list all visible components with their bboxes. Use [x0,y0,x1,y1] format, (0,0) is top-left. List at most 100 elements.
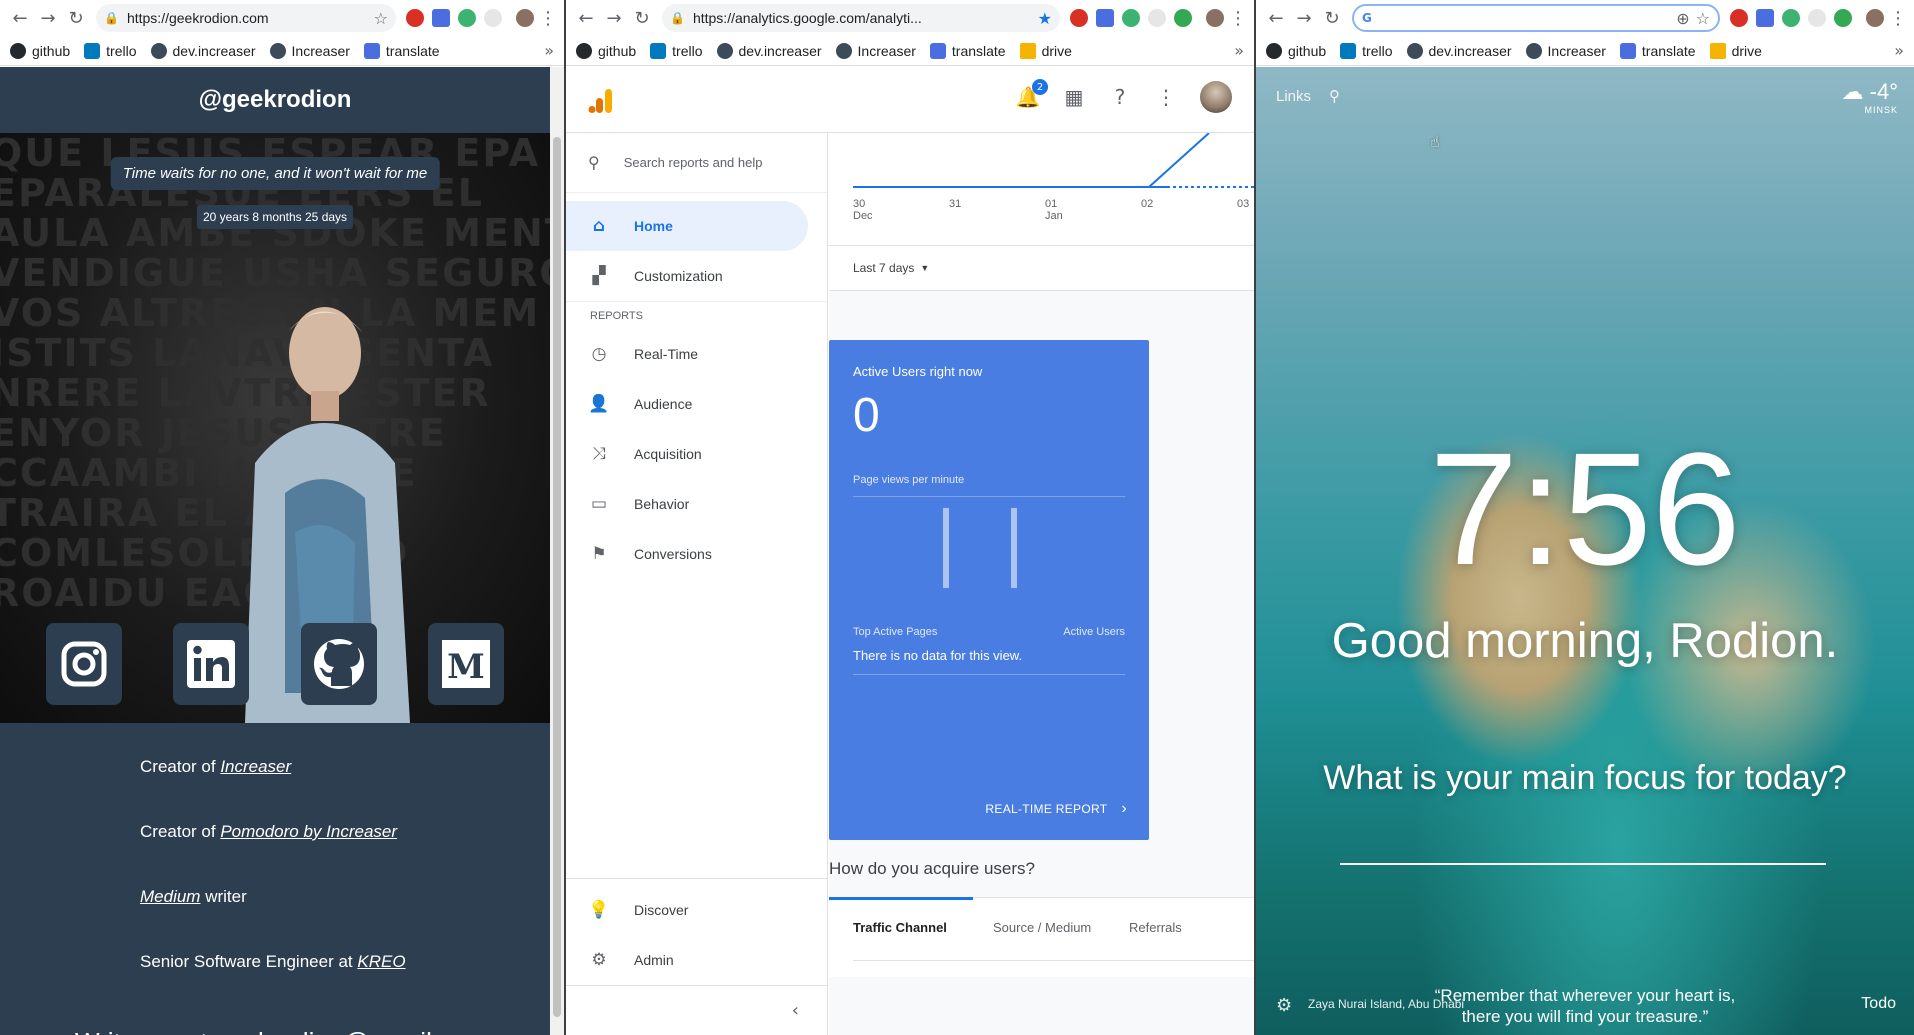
sidebar-item-conversions[interactable]: ⚑ Conversions [566,529,827,579]
bookmark-github[interactable]: github [576,42,636,59]
sidebar-item-acquisition[interactable]: ⤨ Acquisition [566,429,827,479]
help-icon[interactable]: ? [1108,85,1132,109]
sidebar-item-customization[interactable]: ▞ Customization [566,251,827,301]
browser-menu-icon[interactable]: ⋮ [538,8,558,29]
pomodoro-link[interactable]: Pomodoro by Increaser [220,822,397,841]
weather-widget[interactable]: ☁ -4° MINSK [1842,79,1898,115]
forward-icon[interactable]: → [1290,4,1318,32]
sidebar-item-realtime[interactable]: ◷ Real-Time [566,329,827,379]
contact-email-text[interactable]: Write me at geekrodion@gmail.com [75,1027,488,1035]
address-bar[interactable]: G ⊕ ☆ [1352,4,1720,32]
profile-avatar[interactable] [516,9,534,27]
bookmarks-overflow-icon[interactable]: » [1894,41,1904,60]
scrollbar-thumb[interactable] [553,137,561,1017]
github-link[interactable] [300,623,377,705]
bookmark-drive[interactable]: drive [1019,42,1072,59]
extension-icon[interactable] [484,9,502,27]
momentum-extension-icon[interactable] [1122,9,1140,27]
bookmark-trello[interactable]: trello [650,42,703,59]
translate-extension-icon[interactable] [1096,9,1114,27]
bookmark-trello[interactable]: trello [84,42,137,59]
bookmark-drive[interactable]: drive [1709,42,1762,59]
sidebar-item-discover[interactable]: 💡 Discover [566,885,827,935]
bookmark-translate[interactable]: translate [1619,42,1696,59]
translate-extension-icon[interactable] [1756,9,1774,27]
account-avatar[interactable] [1200,81,1232,113]
adblock-extension-icon[interactable] [1070,9,1088,27]
page-scrollbar[interactable] [550,67,564,1035]
daily-quote: “Remember that wherever your heart is, t… [1256,985,1914,1027]
greeting: Good morning, Rodion. [1331,614,1839,668]
forward-icon[interactable]: → [34,4,62,32]
increaser-link[interactable]: Increaser [220,757,291,776]
browser-toolbar: ← → ↻ 🔒 https://geekrodion.com ☆ ⋮ [0,0,564,36]
linkedin-link[interactable] [173,623,250,705]
realtime-report-link[interactable]: REAL-TIME REPORT › [985,800,1127,818]
browser-window-analytics: ← → ↻ 🔒 https://analytics.google.com/ana… [566,0,1254,1035]
bookmark-increaser[interactable]: Increaser [1525,42,1606,59]
bookmark-dev-increaser[interactable]: dev.increaser [150,42,256,59]
tab-traffic-channel[interactable]: Traffic Channel [853,920,947,935]
collapse-sidebar-button[interactable]: ‹ [566,985,827,1035]
extension-icon[interactable] [1148,9,1166,27]
search-reports[interactable]: ⚲ Search reports and help [566,133,827,193]
medium-text-link[interactable]: Medium [140,887,200,906]
focus-input[interactable] [1340,825,1826,865]
sidebar-item-admin[interactable]: ⚙ Admin [566,935,827,985]
grammarly-extension-icon[interactable] [1834,9,1852,27]
back-icon[interactable]: ← [572,4,600,32]
clock[interactable]: 7:56 [1256,429,1914,589]
medium-link[interactable]: M [428,623,505,705]
reload-icon[interactable]: ↻ [628,4,656,32]
browser-menu-icon[interactable]: ⋮ [1888,8,1908,29]
sidebar-item-home[interactable]: ⌂ Home [566,201,808,251]
momentum-extension-icon[interactable] [458,9,476,27]
bookmark-translate[interactable]: translate [929,42,1006,59]
bookmark-increaser[interactable]: Increaser [269,42,350,59]
bookmark-star-icon[interactable]: ☆ [374,9,388,28]
apps-grid-icon[interactable]: ▦ [1062,85,1086,109]
sidebar-item-audience[interactable]: 👤 Audience [566,379,827,429]
bookmark-star-icon[interactable]: ☆ [1696,9,1710,28]
bookmarks-overflow-icon[interactable]: » [1234,41,1244,60]
momentum-extension-icon[interactable] [1782,9,1800,27]
analytics-logo[interactable] [588,87,614,115]
back-icon[interactable]: ← [1262,4,1290,32]
more-options-icon[interactable]: ⋮ [1154,85,1178,109]
adblock-extension-icon[interactable] [406,9,424,27]
bookmark-increaser[interactable]: Increaser [835,42,916,59]
adblock-extension-icon[interactable] [1730,9,1748,27]
bookmark-translate[interactable]: translate [363,42,440,59]
profile-avatar[interactable] [1206,9,1224,27]
extension-icon[interactable] [1808,9,1826,27]
todo-button[interactable]: Todo [1861,995,1896,1013]
reload-icon[interactable]: ↻ [1318,4,1346,32]
browser-menu-icon[interactable]: ⋮ [1228,8,1248,29]
location-icon[interactable]: ⊕ [1676,9,1689,28]
bookmark-github[interactable]: github [1266,42,1326,59]
address-bar[interactable]: 🔒 https://geekrodion.com ☆ [96,4,396,32]
sidebar-item-behavior[interactable]: ▭ Behavior [566,479,827,529]
grammarly-extension-icon[interactable] [1174,9,1192,27]
notifications-icon[interactable]: 🔔 2 [1016,79,1048,109]
kreo-link[interactable]: KREO [357,952,405,971]
date-range-selector[interactable]: Last 7 days ▼ [829,245,1254,291]
tab-source-medium[interactable]: Source / Medium [993,920,1091,935]
back-icon[interactable]: ← [6,4,34,32]
links-button[interactable]: Links [1276,88,1311,105]
search-icon[interactable]: ⚲ [1329,87,1340,105]
tab-referrals[interactable]: Referrals [1129,920,1182,935]
translate-extension-icon[interactable] [432,9,450,27]
reload-icon[interactable]: ↻ [62,4,90,32]
bookmark-dev-increaser[interactable]: dev.increaser [716,42,822,59]
profile-avatar[interactable] [1866,9,1884,27]
bookmark-trello[interactable]: trello [1340,42,1393,59]
instagram-link[interactable] [45,623,122,705]
bookmark-dev-increaser[interactable]: dev.increaser [1406,42,1512,59]
address-bar[interactable]: 🔒 https://analytics.google.com/analyti..… [662,4,1060,32]
quote-badge: Time waits for no one, and it won't wait… [110,157,440,190]
bookmark-star-icon[interactable]: ★ [1038,9,1052,28]
bookmarks-overflow-icon[interactable]: » [544,41,554,60]
bookmark-github[interactable]: github [10,42,70,59]
forward-icon[interactable]: → [600,4,628,32]
